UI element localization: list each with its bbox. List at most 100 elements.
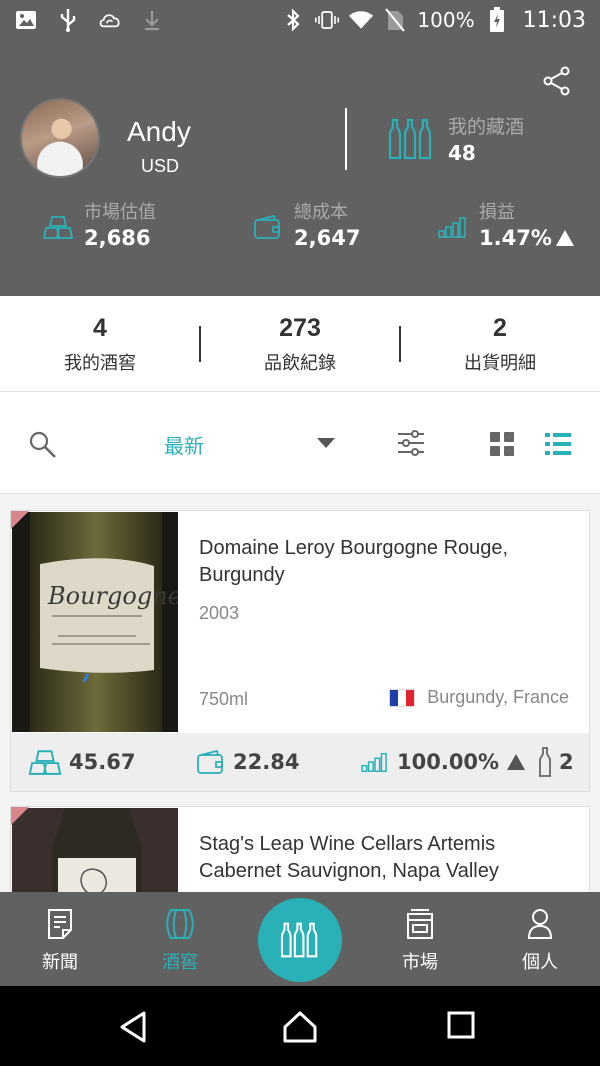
nav-center-button[interactable] [258, 898, 342, 982]
system-nav-bar [0, 986, 600, 1066]
bottle-icon [539, 747, 551, 777]
list-view-icon [545, 433, 571, 455]
france-flag-icon [389, 688, 416, 707]
wine-name: Stag's Leap Wine Cellars Artemis Caberne… [199, 833, 499, 882]
collection-label: 我的藏酒 [448, 116, 525, 138]
recents-button[interactable] [446, 1010, 480, 1044]
recents-icon [447, 1011, 475, 1039]
nav-personal[interactable]: 個人 [480, 908, 600, 974]
wifi-icon [349, 8, 374, 32]
wine-card-footer: 45.67 22.84 100.00% 2 [11, 733, 589, 791]
nav-cellar[interactable]: 酒窖 [120, 908, 240, 974]
app-screen: 100% 11:03 Andy USD 我的藏酒 48 市場估值 2,686 總… [0, 0, 600, 1066]
barrel-icon [166, 909, 194, 939]
wallet-icon [197, 749, 223, 774]
count-my-cellar[interactable]: 4 我的酒窖 [0, 314, 200, 375]
user-currency: USD [141, 156, 180, 176]
wine-cost-text: 22.84 [233, 750, 300, 774]
market-value: 2,686 [84, 226, 151, 250]
header-divider [345, 108, 347, 170]
user-name: Andy [127, 116, 191, 147]
home-icon [283, 1011, 317, 1043]
wine-market-value-text: 45.67 [69, 750, 136, 774]
image-icon [14, 8, 38, 32]
filter-sliders-icon [398, 430, 424, 456]
wine-volume: 750ml [199, 689, 249, 709]
wine-card[interactable]: Bourgogne Domaine Leroy Bourgogne Rouge,… [10, 510, 590, 792]
count-tasting-notes[interactable]: 273 品飲紀錄 [200, 314, 400, 375]
person-icon [527, 909, 553, 939]
count-label: 出貨明細 [464, 353, 536, 374]
share-button[interactable] [542, 66, 572, 96]
news-icon [48, 909, 72, 939]
signal-bars-icon [361, 752, 387, 772]
wine-market-value: 45.67 [27, 747, 135, 777]
wine-region-text: Burgundy, France [427, 687, 569, 707]
card-corner-marker [11, 511, 29, 529]
total-cost: 2,647 [294, 226, 361, 250]
bottom-nav: 新聞 酒窖 市場 個人 [0, 892, 600, 986]
filter-button[interactable] [396, 428, 426, 458]
search-icon [29, 431, 56, 458]
nav-market[interactable]: 市場 [360, 908, 480, 974]
wine-card[interactable]: Stag's Leap Wine Cellars Artemis Caberne… [10, 806, 590, 892]
summary-counts: 4 我的酒窖 273 品飲紀錄 2 出貨明細 [0, 296, 600, 392]
nav-news[interactable]: 新聞 [0, 908, 120, 974]
grid-view-icon [490, 432, 514, 456]
cloud-sync-icon [98, 8, 122, 32]
gold-bars-icon [28, 750, 62, 775]
vibrate-icon [315, 8, 340, 32]
profile-header: Andy USD 我的藏酒 48 市場估值 2,686 總成本 2,647 損益… [0, 40, 600, 296]
no-sim-icon [383, 8, 407, 32]
wine-photo [12, 808, 178, 892]
clock: 11:03 [522, 7, 586, 33]
bottles-icon [386, 118, 436, 160]
collection-value: 48 [448, 141, 476, 165]
battery-icon [485, 7, 509, 32]
count-number: 4 [93, 314, 107, 342]
sort-dropdown[interactable]: 最新 [164, 430, 204, 459]
wine-change-text: 100.00% [397, 750, 500, 774]
nav-cellar-label: 酒窖 [162, 952, 198, 973]
chevron-down-icon[interactable] [317, 438, 335, 448]
up-triangle-icon [507, 754, 526, 770]
wine-bottle-count-text: 2 [559, 750, 574, 774]
profit-loss-value: 1.47% [479, 226, 552, 250]
total-cost-label: 總成本 [294, 202, 348, 223]
count-label: 我的酒窖 [64, 353, 136, 374]
home-button[interactable] [282, 1010, 317, 1044]
bottles-icon [280, 922, 318, 958]
wine-photo: Bourgogne [12, 512, 178, 732]
count-label: 品飲紀錄 [264, 353, 336, 374]
avatar[interactable] [20, 98, 100, 178]
wine-bottle-count: 2 [537, 747, 574, 777]
wine-vintage: 2003 [199, 603, 240, 623]
bluetooth-icon [281, 8, 305, 32]
card-corner-marker [11, 807, 29, 825]
wine-region: Burgundy, France [389, 687, 569, 708]
wallet-icon [254, 214, 280, 239]
battery-percent: 100% [417, 8, 475, 32]
signal-bars-icon [438, 217, 466, 238]
list-view-button[interactable] [545, 431, 571, 457]
back-button[interactable] [116, 1010, 150, 1044]
wine-change: 100.00% [359, 747, 526, 777]
count-shipments[interactable]: 2 出貨明細 [400, 314, 600, 375]
search-button[interactable] [28, 430, 58, 460]
count-number: 2 [493, 314, 507, 342]
wine-label-text: Bourgogne [47, 582, 178, 610]
profit-loss: 1.47% [479, 226, 574, 250]
list-toolbar: 最新 [0, 392, 600, 494]
back-icon [120, 1011, 146, 1043]
gold-bars-icon [42, 216, 74, 239]
profit-loss-label: 損益 [479, 202, 515, 223]
wine-name: Domaine Leroy Bourgogne Rouge, Burgundy [199, 537, 509, 586]
count-number: 273 [279, 314, 321, 342]
nav-personal-label: 個人 [522, 952, 558, 973]
status-bar: 100% 11:03 [0, 0, 600, 40]
grid-view-button[interactable] [489, 431, 515, 457]
wine-list: Bourgogne Domaine Leroy Bourgogne Rouge,… [0, 494, 600, 892]
up-triangle-icon [555, 230, 574, 246]
wine-cost: 22.84 [195, 747, 299, 777]
share-icon [543, 66, 570, 96]
